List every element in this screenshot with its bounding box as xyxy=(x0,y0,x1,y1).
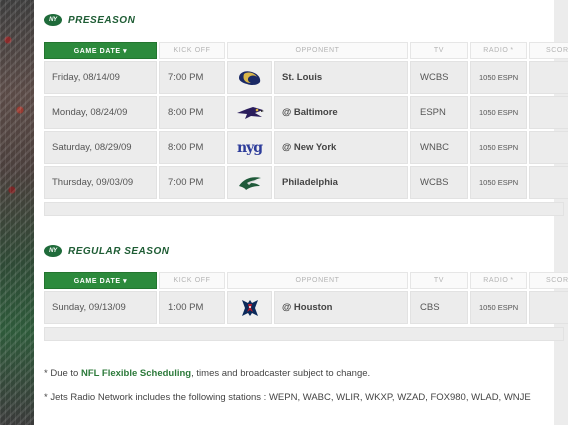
game-date: Saturday, 08/29/09 xyxy=(44,131,157,164)
score-cell xyxy=(529,291,568,324)
ravens-icon xyxy=(227,96,272,129)
game-date-sort-button[interactable]: GAME DATE ▾ xyxy=(44,272,157,289)
radio-station: 1050 ESPN xyxy=(470,291,527,324)
radio-header-label: RADIO xyxy=(483,47,509,54)
game-date: Sunday, 09/13/09 xyxy=(44,291,157,324)
opponent-name[interactable]: Philadelphia xyxy=(274,166,408,199)
texans-icon xyxy=(227,291,272,324)
radio-header[interactable]: RADIO * xyxy=(470,272,527,289)
tv-network: WCBS xyxy=(410,166,468,199)
giants-icon: nyg xyxy=(227,131,272,164)
kick-off-header[interactable]: KICK OFF xyxy=(159,42,225,59)
score-cell xyxy=(529,61,568,94)
eagles-icon xyxy=(227,166,272,199)
tv-network: CBS xyxy=(410,291,468,324)
score-cell xyxy=(529,96,568,129)
table-footer xyxy=(44,327,564,341)
kick-off-time: 7:00 PM xyxy=(159,61,225,94)
radio-station: 1050 ESPN xyxy=(470,61,527,94)
regular-season-title: REGULAR SEASON xyxy=(68,245,170,257)
table-footer xyxy=(44,202,564,216)
radio-footnote-mark: * xyxy=(510,277,514,284)
score-cell xyxy=(529,166,568,199)
game-date-sort-button[interactable]: GAME DATE ▾ xyxy=(44,42,157,59)
kick-off-time: 1:00 PM xyxy=(159,291,225,324)
tv-header[interactable]: TV xyxy=(410,272,468,289)
tv-network: WCBS xyxy=(410,61,468,94)
radio-header[interactable]: RADIO * xyxy=(470,42,527,59)
note-prefix: * Due to xyxy=(44,368,81,379)
game-date: Thursday, 09/03/09 xyxy=(44,166,157,199)
jets-logo-icon: NY xyxy=(44,245,62,257)
opponent-header[interactable]: OPPONENT xyxy=(227,272,408,289)
preseason-header: NY PRESEASON xyxy=(44,14,135,26)
opponent-name[interactable]: St. Louis xyxy=(274,61,408,94)
giants-logo-text: nyg xyxy=(236,139,263,156)
kick-off-time: 8:00 PM xyxy=(159,96,225,129)
tv-header[interactable]: TV xyxy=(410,42,468,59)
opponent-name[interactable]: @ New York xyxy=(274,131,408,164)
rams-icon xyxy=(227,61,272,94)
schedule-panel: NY PRESEASON GAME DATE ▾ KICK OFF OPPONE… xyxy=(34,0,568,425)
kick-off-time: 8:00 PM xyxy=(159,131,225,164)
jets-logo-icon: NY xyxy=(44,14,62,26)
note-suffix: , times and broadcaster subject to chang… xyxy=(191,368,371,379)
radio-station: 1050 ESPN xyxy=(470,96,527,129)
preseason-title: PRESEASON xyxy=(68,14,136,26)
kick-off-time: 7:00 PM xyxy=(159,166,225,199)
regular-season-header: NY REGULAR SEASON xyxy=(44,245,169,257)
opponent-name[interactable]: @ Baltimore xyxy=(274,96,408,129)
game-date: Friday, 08/14/09 xyxy=(44,61,157,94)
radio-station: 1050 ESPN xyxy=(470,131,527,164)
flexible-scheduling-note: * Due to NFL Flexible Scheduling, times … xyxy=(44,368,370,379)
score-header[interactable]: SCORE xyxy=(529,42,568,59)
opponent-name[interactable]: @ Houston xyxy=(274,291,408,324)
opponent-header[interactable]: OPPONENT xyxy=(227,42,408,59)
kick-off-header[interactable]: KICK OFF xyxy=(159,272,225,289)
score-header[interactable]: SCORE xyxy=(529,272,568,289)
radio-station: 1050 ESPN xyxy=(470,166,527,199)
stadium-background-image xyxy=(0,0,34,425)
score-cell xyxy=(529,131,568,164)
nfl-flexible-scheduling-link[interactable]: NFL Flexible Scheduling xyxy=(81,368,191,379)
tv-network: ESPN xyxy=(410,96,468,129)
tv-network: WNBC xyxy=(410,131,468,164)
radio-header-label: RADIO xyxy=(483,277,509,284)
game-date: Monday, 08/24/09 xyxy=(44,96,157,129)
radio-footnote-mark: * xyxy=(510,47,514,54)
radio-network-note: * Jets Radio Network includes the follow… xyxy=(44,392,531,403)
